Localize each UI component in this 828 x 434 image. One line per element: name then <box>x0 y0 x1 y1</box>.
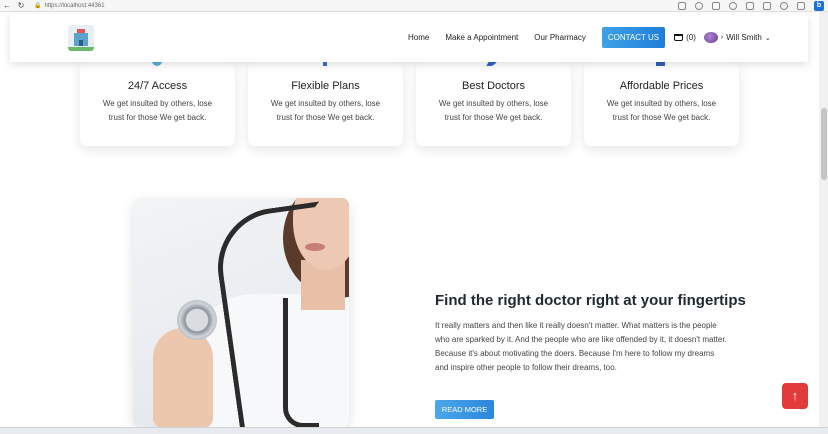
lock-icon: 🔒 <box>34 3 42 9</box>
os-taskbar <box>0 427 828 434</box>
refresh-icon[interactable]: ↻ <box>14 0 28 12</box>
browser-actions: b <box>678 0 824 12</box>
cart-icon <box>674 34 684 41</box>
nav-links: Home Make a Appointment Our Pharmacy CON… <box>408 13 771 62</box>
chevron-down-icon: ⌄ <box>764 34 771 42</box>
section-body: It really matters and then like it reall… <box>435 321 727 372</box>
extensions-icon[interactable] <box>712 2 720 10</box>
cart-count: (0) <box>686 33 696 42</box>
feature-text: We get insulted by others, lose trust fo… <box>606 99 717 122</box>
scroll-to-top-button[interactable]: ↑ <box>782 383 808 409</box>
doctor-image <box>133 198 349 427</box>
feature-title: Affordable Prices <box>619 80 704 92</box>
feature-title: Flexible Plans <box>291 80 360 92</box>
bing-icon[interactable]: b <box>814 1 824 11</box>
hand <box>153 328 213 427</box>
chevron-right-icon: › <box>720 34 724 41</box>
contact-us-button[interactable]: CONTACT US <box>601 27 666 48</box>
logo-ground <box>68 47 94 51</box>
feature-text: We get insulted by others, lose trust fo… <box>438 99 549 122</box>
section-title: Find the right doctor right at your fing… <box>435 292 746 309</box>
nav-home[interactable]: Home <box>408 33 429 42</box>
zoom-icon[interactable] <box>695 2 703 10</box>
user-menu[interactable]: › Will Smith ⌄ <box>703 32 771 43</box>
feature-text: We get insulted by others, lose trust fo… <box>102 99 213 122</box>
feature-card-doctors: Best Doctors We get insulted by others, … <box>416 60 571 146</box>
cart-link[interactable]: (0) <box>674 33 696 42</box>
feature-title: 24/7 Access <box>127 80 188 92</box>
browser-toolbar: ← ↻ 🔒 https://localhost:44361 b <box>0 0 828 12</box>
nav-our-pharmacy[interactable]: Our Pharmacy <box>534 33 586 42</box>
arrow-up-icon: ↑ <box>791 388 799 403</box>
address-bar[interactable]: 🔒 https://localhost:44361 <box>34 2 105 10</box>
back-icon[interactable]: ← <box>0 0 14 12</box>
stethoscope-icon <box>177 300 217 340</box>
menu-icon[interactable] <box>797 2 805 10</box>
nav-make-appointment[interactable]: Make a Appointment <box>445 33 518 42</box>
read-aloud-icon[interactable] <box>678 2 686 10</box>
refresh-page-icon[interactable] <box>729 2 737 10</box>
feature-title: Best Doctors <box>462 80 525 92</box>
page-scrollbar[interactable] <box>819 12 828 427</box>
scrollbar-thumb[interactable] <box>821 108 827 180</box>
collections-icon[interactable] <box>763 2 771 10</box>
site-logo[interactable] <box>68 25 94 51</box>
favorites-icon[interactable] <box>746 2 754 10</box>
read-more-button[interactable]: READ MORE <box>435 400 494 419</box>
avatar <box>703 32 718 43</box>
url-text: https://localhost:44361 <box>44 2 105 9</box>
logo-door <box>79 40 83 46</box>
feature-card-plans: Flexible Plans We get insulted by others… <box>248 60 403 146</box>
profile-icon[interactable] <box>780 2 788 10</box>
site-navbar: Home Make a Appointment Our Pharmacy CON… <box>10 13 808 62</box>
feature-card-prices: Affordable Prices We get insulted by oth… <box>584 60 739 146</box>
user-name: Will Smith <box>726 33 762 42</box>
feature-card-access: 24/7 Access We get insulted by others, l… <box>80 60 235 146</box>
stethoscope-tube-lower <box>283 298 319 427</box>
feature-text: We get insulted by others, lose trust fo… <box>270 99 381 122</box>
